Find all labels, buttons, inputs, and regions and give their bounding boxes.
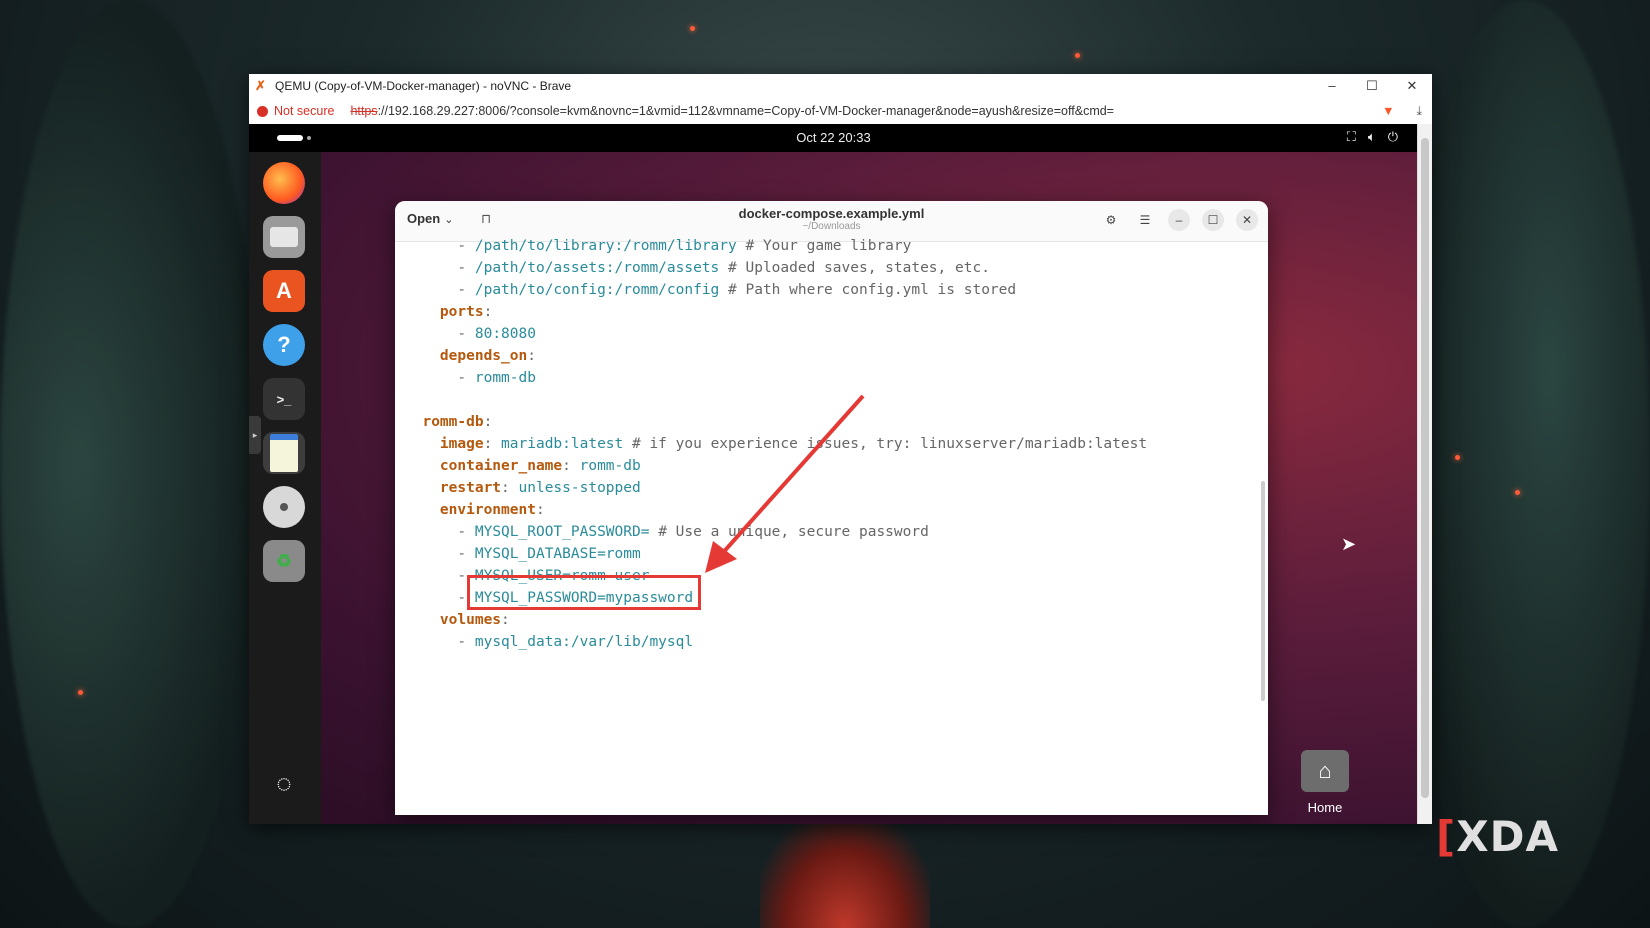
warning-icon xyxy=(257,105,268,117)
minimize-button[interactable]: – xyxy=(1312,78,1352,94)
dock-handle[interactable]: ▸ xyxy=(249,416,261,454)
app-center-icon[interactable]: A xyxy=(263,270,305,312)
menu-icon[interactable]: ☰ xyxy=(1134,209,1156,231)
window-title: QEMU (Copy-of-VM-Docker-manager) - noVNC… xyxy=(275,79,572,93)
code-view[interactable]: - /path/to/library:/romm/library # Your … xyxy=(395,238,1268,815)
code-line: - MYSQL_ROOT_PASSWORD= # Use a unique, s… xyxy=(457,524,929,540)
terminal-icon[interactable]: >_ xyxy=(263,378,305,420)
code-line: image: mariadb:latest # if you experienc… xyxy=(439,436,1148,452)
vm-display[interactable]: Oct 22 20:33 ⛶ 🔈︎ ⏻ A ? >_ ♻ ◌ ▸ Open ⌄ ⊓ xyxy=(249,124,1418,824)
code-line: volumes: xyxy=(439,612,510,628)
close-button[interactable]: ✕ xyxy=(1392,78,1432,94)
code-line: depends_on: xyxy=(439,348,536,364)
vm-scrollbar[interactable] xyxy=(1417,124,1432,824)
browser-window: ✗ QEMU (Copy-of-VM-Docker-manager) - noV… xyxy=(249,74,1432,824)
gnome-top-bar: Oct 22 20:33 ⛶ 🔈︎ ⏻ xyxy=(249,124,1418,152)
url-scheme: https xyxy=(350,104,378,118)
firefox-icon[interactable] xyxy=(263,162,305,204)
home-label: Home xyxy=(1307,800,1343,815)
code-line: - /path/to/library:/romm/library # Your … xyxy=(457,238,912,254)
ubuntu-logo-icon[interactable]: ◌ xyxy=(263,762,305,804)
code-line: restart: unless-stopped xyxy=(439,480,641,496)
disc-icon[interactable] xyxy=(263,486,305,528)
browser-titlebar: ✗ QEMU (Copy-of-VM-Docker-manager) - noV… xyxy=(249,74,1432,98)
address-bar[interactable]: Not secure https ://192.168.29.227:8006/… xyxy=(249,98,1432,125)
files-icon[interactable] xyxy=(263,216,305,258)
maximize-button[interactable]: ☐ xyxy=(1202,209,1224,231)
help-icon[interactable]: ? xyxy=(263,324,305,366)
code-line: - mysql_data:/var/lib/mysql xyxy=(457,634,694,650)
download-icon[interactable]: ⤓ xyxy=(1416,104,1422,119)
code-line: - MYSQL_DATABASE=romm xyxy=(457,546,641,562)
power-icon[interactable]: ⏻ xyxy=(1388,129,1398,145)
close-button[interactable]: ✕ xyxy=(1236,209,1258,231)
brave-shield-icon[interactable]: ▼ xyxy=(1382,104,1394,118)
background-glow xyxy=(760,818,930,928)
code-line: ports: xyxy=(439,304,493,320)
mouse-cursor-icon: ➤ xyxy=(1341,534,1357,554)
highlight-box xyxy=(467,575,701,610)
code-line: container_name: romm-db xyxy=(439,458,641,474)
clock[interactable]: Oct 22 20:33 xyxy=(249,130,1418,145)
code-line: - /path/to/config:/romm/config # Path wh… xyxy=(457,282,1017,298)
volume-icon[interactable]: 🔈︎ xyxy=(1368,129,1376,145)
text-editor-icon[interactable] xyxy=(263,432,305,474)
gear-icon[interactable]: ⚙ xyxy=(1100,209,1122,231)
text-editor-window: Open ⌄ ⊓ docker-compose.example.yml ~/Dow… xyxy=(395,201,1268,815)
minimize-button[interactable]: – xyxy=(1168,209,1190,231)
code-line: environment: xyxy=(439,502,545,518)
code-line: - /path/to/assets:/romm/assets # Uploade… xyxy=(457,260,990,276)
security-warning[interactable]: Not secure xyxy=(257,104,334,118)
code-line: - romm-db xyxy=(457,370,536,386)
editor-scrollbar[interactable] xyxy=(1261,481,1265,701)
code-line: - 80:8080 xyxy=(457,326,536,342)
url-text: ://192.168.29.227:8006/?console=kvm&novn… xyxy=(377,104,1114,118)
code-line: romm-db: xyxy=(422,414,493,430)
maximize-button[interactable]: ☐ xyxy=(1352,78,1392,94)
qemu-icon: ✗ xyxy=(255,78,266,93)
xda-logo: [XDA xyxy=(1436,812,1559,861)
home-folder-icon[interactable]: ⌂ xyxy=(1301,750,1349,792)
dock: A ? >_ ♻ ◌ ▸ xyxy=(249,152,321,824)
trash-icon[interactable]: ♻ xyxy=(263,540,305,582)
network-icon[interactable]: ⛶ xyxy=(1347,129,1356,145)
